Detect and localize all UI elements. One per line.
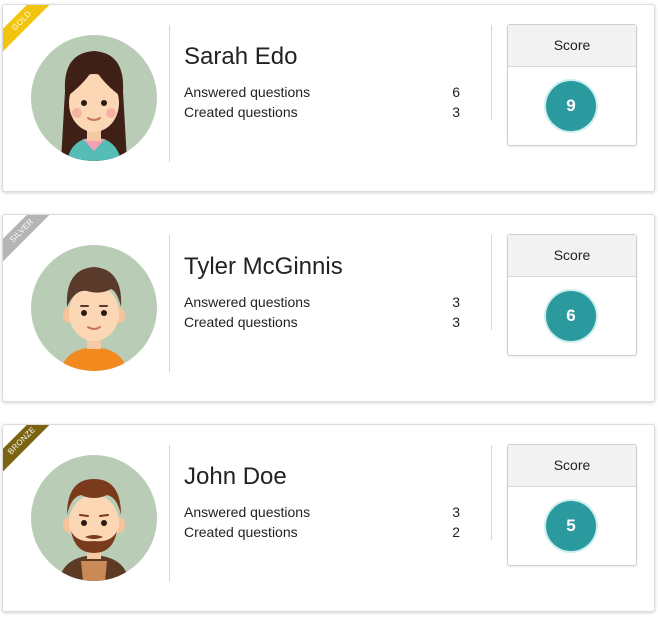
avatar-girl-icon bbox=[31, 35, 157, 161]
created-questions-value: 3 bbox=[452, 104, 460, 120]
leaderboard-card: SILVER Tyler McGinnis Answered questions… bbox=[2, 214, 655, 402]
divider bbox=[491, 25, 492, 120]
leaderboard-card: GOLD Sarah Edo Answered questions 6 Crea… bbox=[2, 4, 655, 192]
avatar-boy-icon bbox=[31, 245, 157, 371]
created-questions-label: Created questions bbox=[184, 314, 298, 330]
answered-questions-label: Answered questions bbox=[184, 294, 311, 310]
score-header: Score bbox=[508, 235, 636, 277]
divider bbox=[169, 445, 170, 582]
answered-questions-label: Answered questions bbox=[184, 84, 311, 100]
divider bbox=[491, 235, 492, 330]
user-name: Sarah Edo bbox=[184, 43, 298, 70]
created-questions-value: 2 bbox=[452, 524, 460, 540]
user-name: John Doe bbox=[184, 463, 287, 490]
rank-badge-bronze: BRONZE bbox=[3, 425, 57, 476]
score-badge: 6 bbox=[546, 291, 596, 341]
created-questions-label: Created questions bbox=[184, 524, 298, 540]
created-questions-row: Created questions 3 bbox=[184, 104, 460, 120]
score-header: Score bbox=[508, 25, 636, 67]
answered-questions-row: Answered questions 6 bbox=[184, 84, 460, 100]
created-questions-value: 3 bbox=[452, 314, 460, 330]
score-panel: Score 5 bbox=[507, 444, 637, 566]
answered-questions-label: Answered questions bbox=[184, 504, 311, 520]
user-name: Tyler McGinnis bbox=[184, 253, 343, 280]
score-panel: Score 6 bbox=[507, 234, 637, 356]
created-questions-row: Created questions 3 bbox=[184, 314, 460, 330]
divider bbox=[169, 25, 170, 162]
created-questions-label: Created questions bbox=[184, 104, 298, 120]
answered-questions-value: 6 bbox=[452, 84, 460, 100]
answered-questions-row: Answered questions 3 bbox=[184, 294, 460, 310]
divider bbox=[491, 445, 492, 540]
leaderboard-card: BRONZE John Doe Answered questions 3 Cre… bbox=[2, 424, 655, 612]
rank-badge-gold: GOLD bbox=[3, 5, 57, 56]
created-questions-row: Created questions 2 bbox=[184, 524, 460, 540]
answered-questions-value: 3 bbox=[452, 504, 460, 520]
score-panel: Score 9 bbox=[507, 24, 637, 146]
rank-badge-silver: SILVER bbox=[3, 215, 57, 266]
score-badge: 9 bbox=[546, 81, 596, 131]
answered-questions-value: 3 bbox=[452, 294, 460, 310]
answered-questions-row: Answered questions 3 bbox=[184, 504, 460, 520]
score-badge: 5 bbox=[546, 501, 596, 551]
leaderboard: GOLD Sarah Edo Answered questions 6 Crea… bbox=[0, 0, 658, 617]
divider bbox=[169, 235, 170, 372]
score-header: Score bbox=[508, 445, 636, 487]
avatar-bearded-man-icon bbox=[31, 455, 157, 581]
